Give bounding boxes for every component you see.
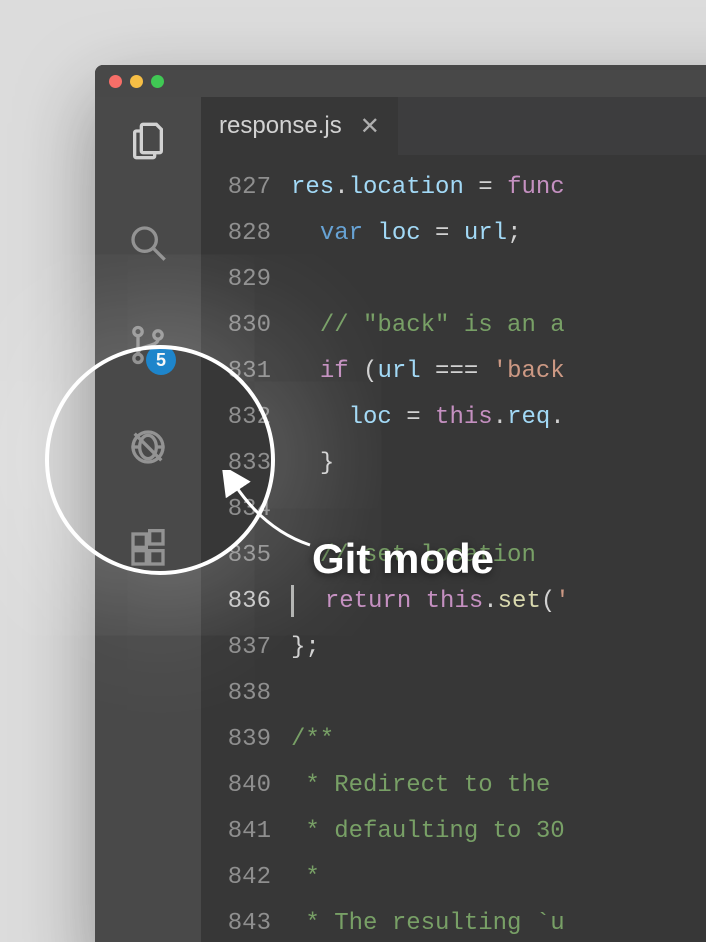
search-icon (128, 223, 168, 268)
tab-filename: response.js (219, 112, 342, 140)
code-line[interactable]: * defaulting to 30 (291, 809, 706, 855)
line-number: 839 (201, 717, 271, 763)
text-cursor (291, 585, 294, 617)
line-number: 837 (201, 625, 271, 671)
line-number: 838 (201, 671, 271, 717)
window-fullscreen-button[interactable] (151, 75, 164, 88)
line-number: 831 (201, 349, 271, 395)
code-line[interactable]: res.location = func (291, 165, 706, 211)
git-changes-badge: 5 (146, 345, 176, 375)
code-line[interactable] (291, 257, 706, 303)
code-line[interactable]: // "back" is an a (291, 303, 706, 349)
search-button[interactable] (126, 223, 170, 267)
code-line[interactable]: } (291, 441, 706, 487)
line-number: 841 (201, 809, 271, 855)
line-number: 827 (201, 165, 271, 211)
line-number: 842 (201, 855, 271, 901)
window-titlebar (95, 65, 706, 97)
code-line[interactable]: * (291, 855, 706, 901)
window-close-button[interactable] (109, 75, 122, 88)
code-line[interactable]: * Redirect to the (291, 763, 706, 809)
line-number-gutter: 8278288298308318328338348358368378388398… (201, 165, 291, 942)
code-editor[interactable]: 8278288298308318328338348358368378388398… (201, 155, 706, 942)
line-number: 833 (201, 441, 271, 487)
code-line[interactable]: if (url === 'back (291, 349, 706, 395)
debug-icon (128, 427, 168, 472)
line-number: 835 (201, 533, 271, 579)
window-minimize-button[interactable] (130, 75, 143, 88)
code-line[interactable]: }; (291, 625, 706, 671)
code-line[interactable] (291, 487, 706, 533)
line-number: 829 (201, 257, 271, 303)
files-icon (128, 121, 168, 166)
tab-bar: response.js ✕ (201, 97, 706, 155)
source-control-button[interactable]: 5 (126, 325, 170, 369)
code-line[interactable] (291, 671, 706, 717)
code-line[interactable]: * The resulting `u (291, 901, 706, 942)
extensions-button[interactable] (126, 529, 170, 573)
line-number: 840 (201, 763, 271, 809)
line-number: 843 (201, 901, 271, 942)
line-number: 834 (201, 487, 271, 533)
close-icon[interactable]: ✕ (360, 112, 380, 141)
explorer-button[interactable] (126, 121, 170, 165)
code-line[interactable]: loc = this.req. (291, 395, 706, 441)
activity-bar: 5 (95, 97, 201, 942)
code-line[interactable]: // set location (291, 533, 706, 579)
line-number: 836 (201, 579, 271, 625)
editor-area: response.js ✕ 82782882983083183283383483… (201, 97, 706, 942)
debug-button[interactable] (126, 427, 170, 471)
editor-window: 5 response.js ✕ 8278288298 (95, 65, 706, 942)
editor-tab[interactable]: response.js ✕ (201, 97, 398, 155)
code-line[interactable]: var loc = url; (291, 211, 706, 257)
line-number: 832 (201, 395, 271, 441)
line-number: 830 (201, 303, 271, 349)
code-content[interactable]: res.location = func var loc = url; // "b… (291, 165, 706, 942)
code-line[interactable]: return this.set(' (291, 579, 706, 625)
code-line[interactable]: /** (291, 717, 706, 763)
line-number: 828 (201, 211, 271, 257)
extensions-icon (128, 529, 168, 574)
